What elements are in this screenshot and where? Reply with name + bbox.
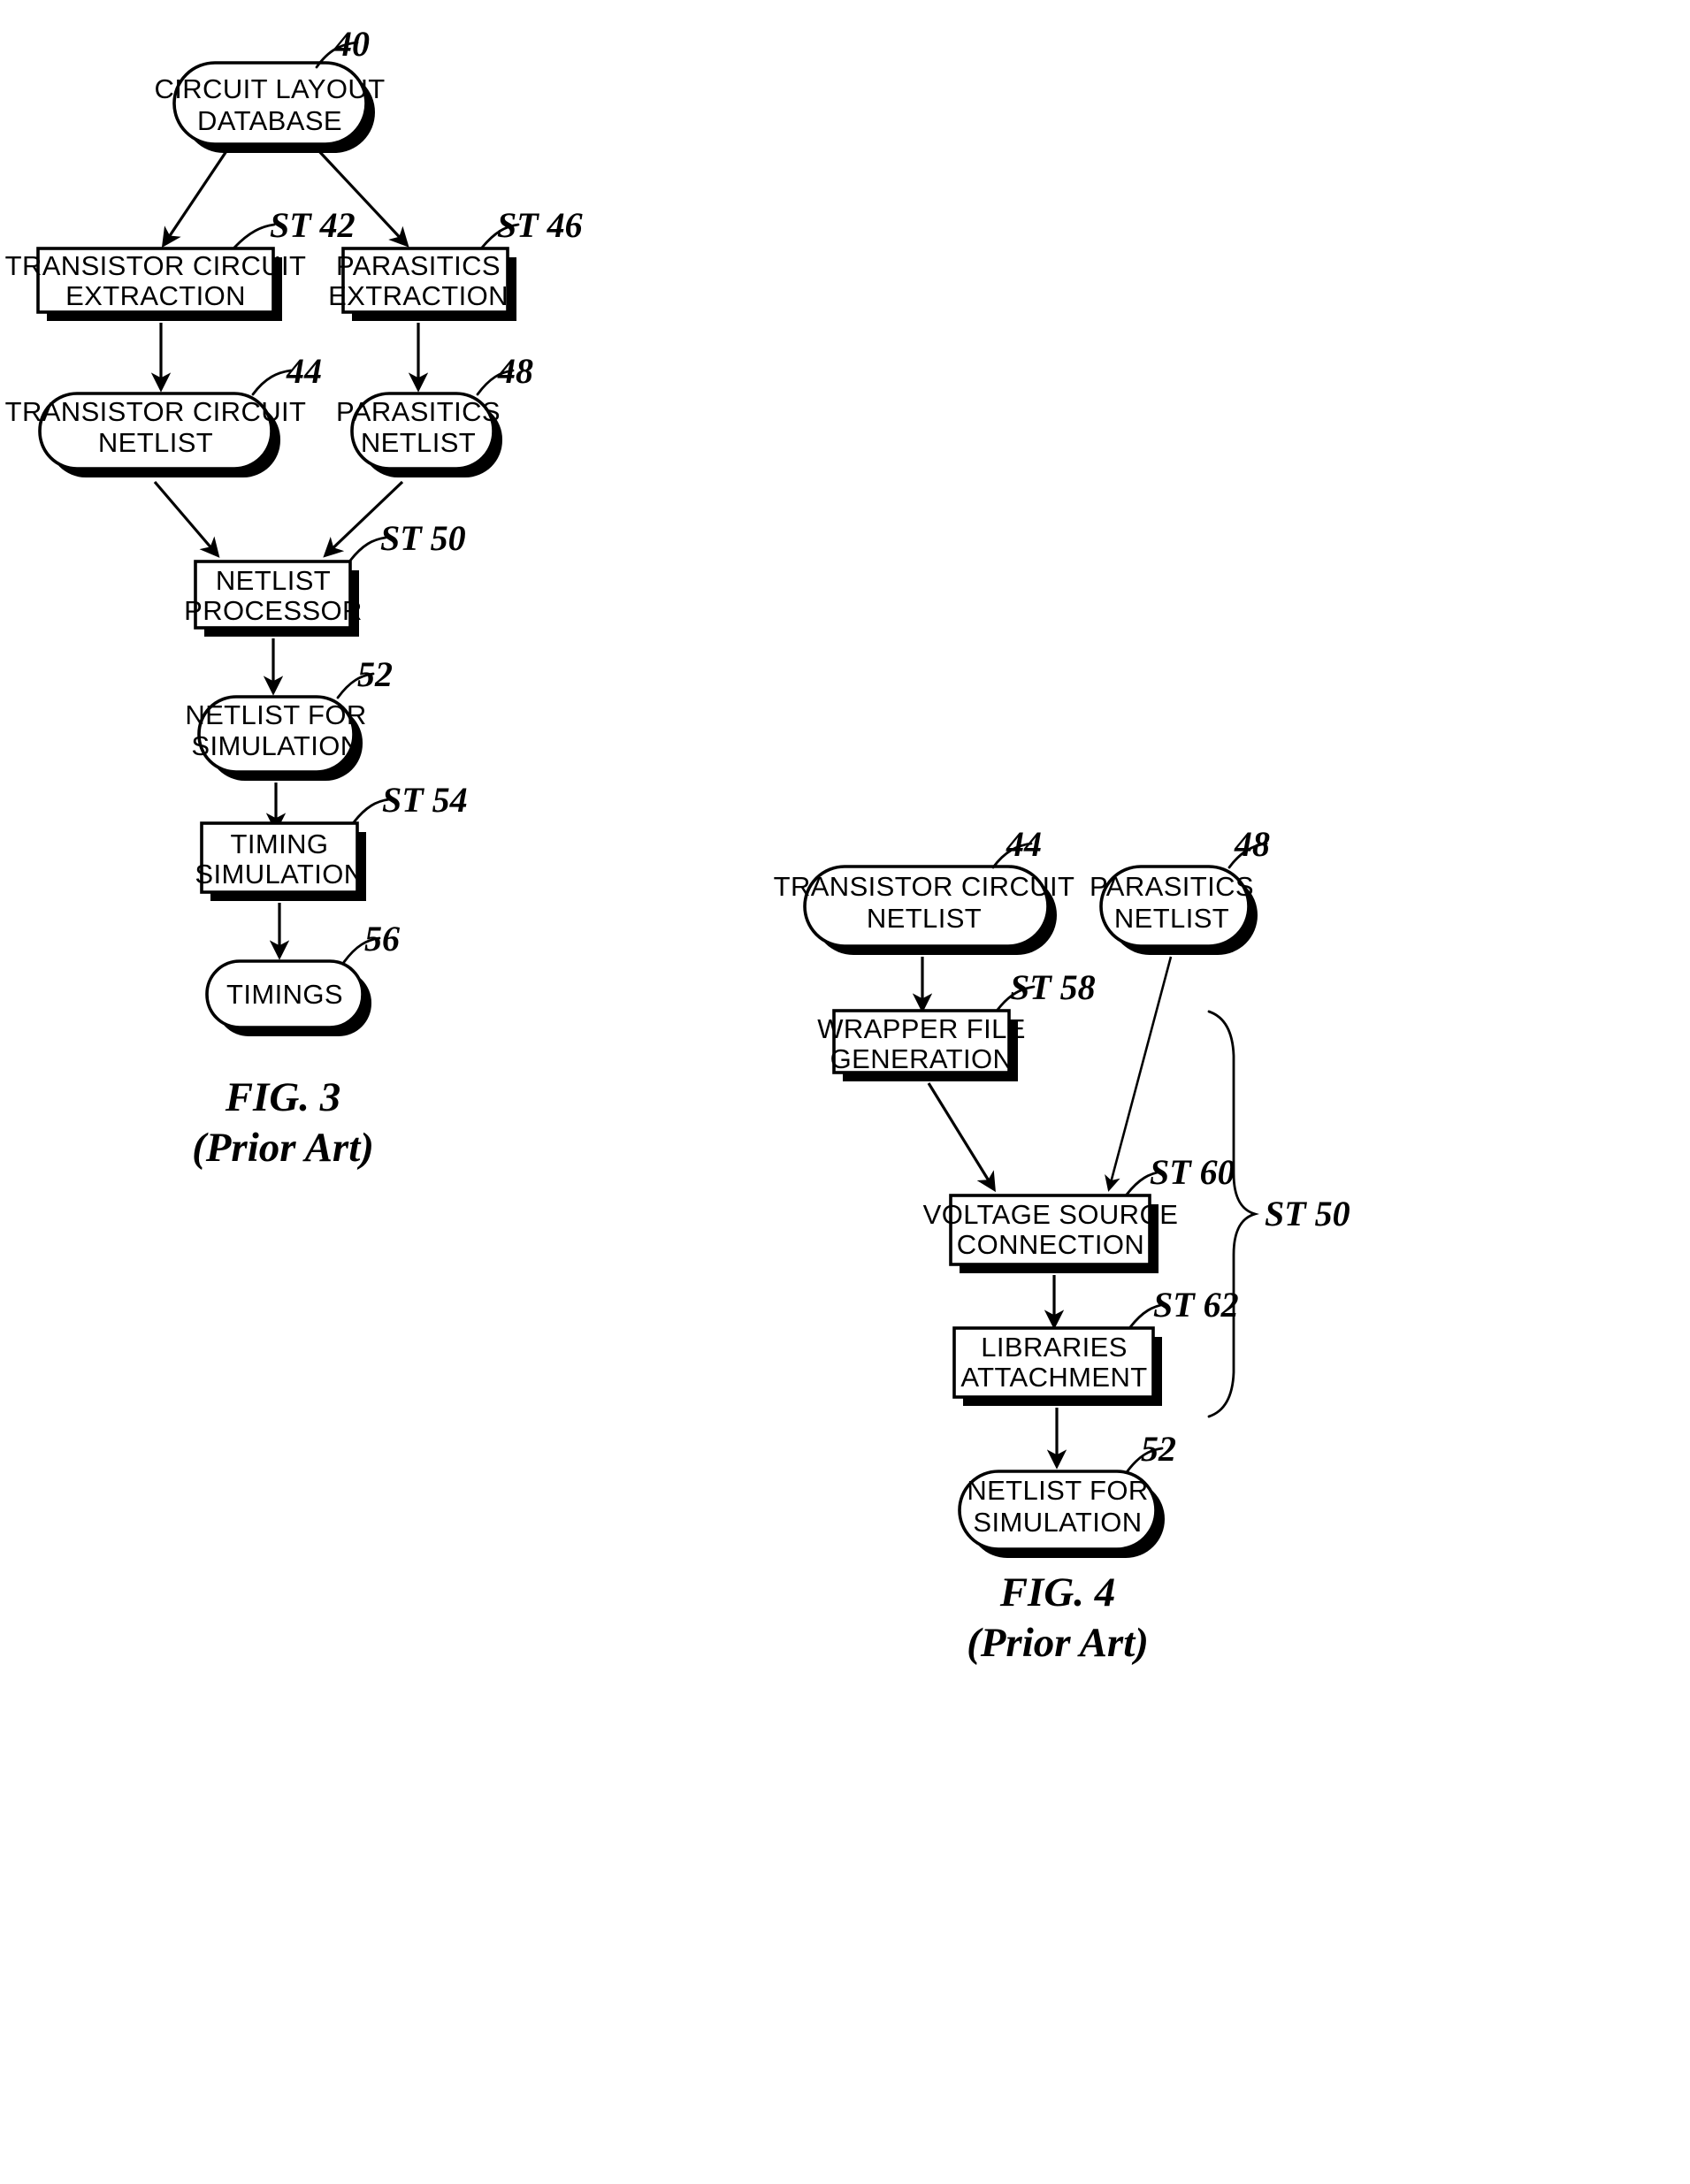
node-parasitics-netlist: PARASITICS NETLIST 48 — [1090, 824, 1270, 955]
group-bracket-st50: ST 50 — [1207, 1010, 1350, 1418]
ref-numeral-st58: ST 58 — [1010, 967, 1096, 1007]
ref-numeral-st60: ST 60 — [1150, 1152, 1235, 1192]
patent-drawing-sheet: CIRCUIT LAYOUT DATABASE 40 TRANSISTOR CI… — [0, 0, 1690, 2184]
node-label-line1: TRANSISTOR CIRCUIT — [774, 871, 1075, 902]
node-label-line2: NETLIST — [1114, 903, 1229, 934]
node-netlist-for-simulation: NETLIST FOR SIMULATION 52 — [958, 1429, 1176, 1558]
node-libraries-attachment: LIBRARIES ATTACHMENT ST 62 — [952, 1285, 1239, 1406]
group-bracket-label: ST 50 — [1265, 1194, 1350, 1233]
node-voltage-source-connection: VOLTAGE SOURCE CONNECTION ST 60 — [923, 1152, 1235, 1273]
figure-4-caption-line1: FIG. 4 — [999, 1569, 1116, 1615]
node-label-line2: GENERATION — [830, 1043, 1013, 1074]
node-label-line1: PARASITICS — [1090, 871, 1254, 902]
brace-curve — [1207, 1010, 1259, 1418]
node-label-line2: SIMULATION — [973, 1507, 1142, 1538]
node-label-line1: VOLTAGE SOURCE — [923, 1199, 1179, 1230]
node-label-line2: CONNECTION — [957, 1229, 1144, 1260]
node-label-line1: NETLIST FOR — [967, 1475, 1148, 1506]
node-label-line1: LIBRARIES — [981, 1332, 1128, 1363]
edge-st58-to-st60 — [927, 1082, 996, 1193]
node-wrapper-file-generation: WRAPPER FILE GENERATION ST 58 — [817, 967, 1096, 1081]
figure-4: TRANSISTOR CIRCUIT NETLIST 44 PARASITICS… — [774, 824, 1350, 1666]
figure-4-caption-line2: (Prior Art) — [967, 1620, 1149, 1666]
node-label-line2: NETLIST — [867, 903, 982, 934]
node-label-line2: ATTACHMENT — [960, 1362, 1147, 1393]
figure-4-caption: FIG. 4 (Prior Art) — [967, 1569, 1149, 1666]
ref-numeral-52: 52 — [1141, 1429, 1176, 1469]
node-transistor-circuit-netlist: TRANSISTOR CIRCUIT NETLIST 44 — [774, 824, 1075, 955]
ref-numeral-48: 48 — [1234, 824, 1270, 864]
ref-numeral-44: 44 — [1006, 824, 1042, 864]
node-label-line1: WRAPPER FILE — [817, 1013, 1026, 1044]
ref-numeral-st62: ST 62 — [1153, 1285, 1239, 1325]
